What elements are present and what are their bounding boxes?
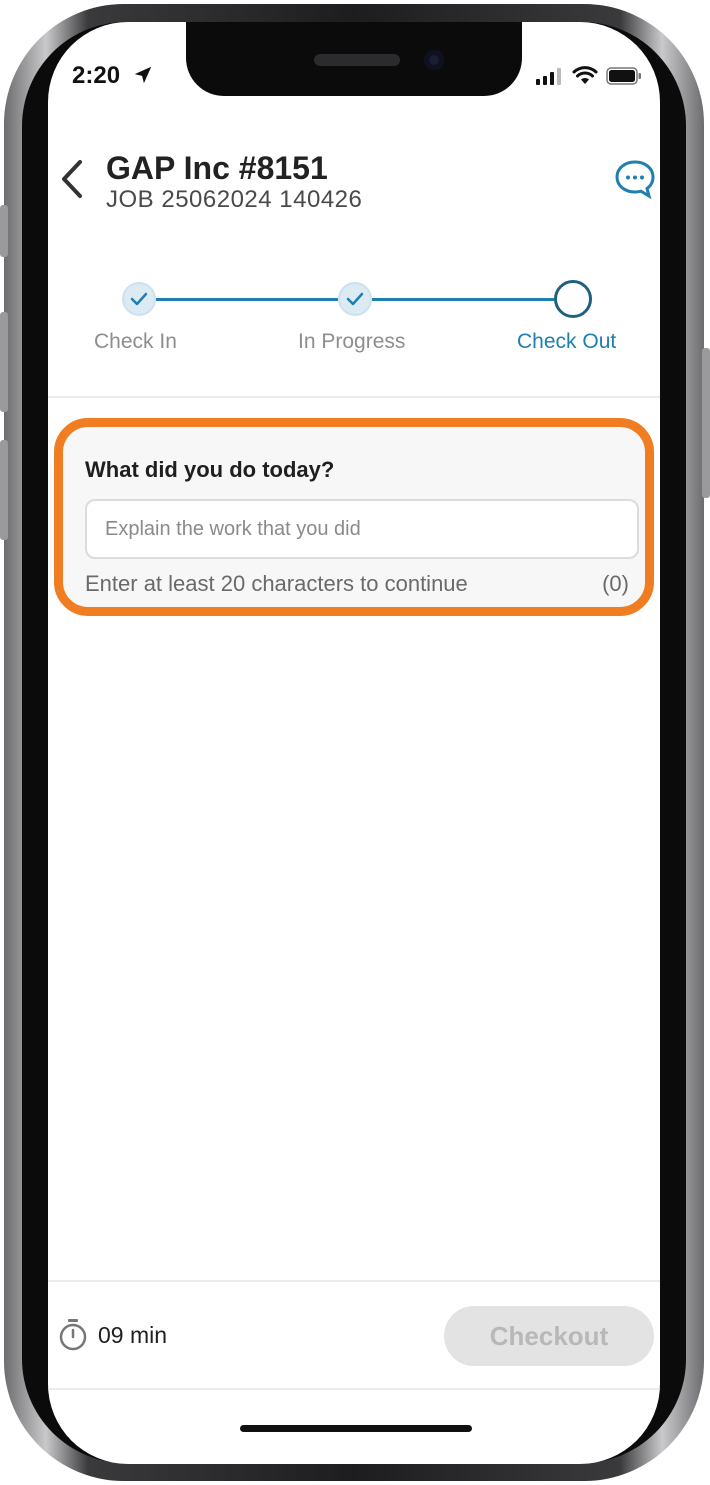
elapsed-time: 09 min [98, 1322, 168, 1348]
bottom-divider [48, 1388, 660, 1390]
app-screen: 2:20 GAP Inc #8151 JOB 25062024 140426 C… [48, 22, 660, 1464]
checkout-button[interactable]: Checkout [444, 1306, 654, 1366]
battery-icon [606, 67, 641, 85]
camera-notch [186, 22, 522, 96]
status-icons [536, 66, 642, 86]
step-in-progress-indicator [338, 282, 372, 316]
wifi-icon [572, 66, 598, 84]
stepper-connector-2 [372, 298, 554, 301]
location-arrow-icon [134, 66, 152, 84]
step-check-out-indicator [554, 280, 592, 318]
front-camera [424, 50, 444, 70]
footer-divider [48, 1280, 660, 1282]
step-check-in-indicator [122, 282, 156, 316]
character-counter: (0) [602, 571, 629, 596]
volume-up-button [0, 312, 8, 412]
checkmark-icon [130, 292, 148, 306]
stepper-connector-1 [156, 298, 338, 301]
speaker-grille [314, 54, 400, 66]
work-summary-card: What did you do today? Enter at least 20… [54, 418, 654, 616]
step-label-check-out: Check Out [517, 330, 617, 353]
step-label-in-progress: In Progress [298, 330, 406, 353]
stopwatch-icon [59, 1319, 87, 1351]
header-divider [48, 396, 660, 398]
volume-down-button [0, 440, 8, 540]
cellular-signal-icon [536, 68, 561, 85]
step-label-check-in: Check In [94, 330, 177, 353]
mute-switch [0, 205, 8, 257]
min-characters-hint: Enter at least 20 characters to continue [85, 571, 468, 596]
chat-bubble-icon[interactable] [614, 158, 656, 200]
power-button [702, 348, 710, 498]
work-description-input[interactable] [85, 499, 639, 559]
checkmark-icon [346, 292, 364, 306]
home-indicator [240, 1425, 472, 1432]
job-number: JOB 25062024 140426 [106, 186, 363, 213]
back-chevron-icon[interactable] [56, 156, 88, 202]
status-time: 2:20 [72, 62, 121, 89]
question-label: What did you do today? [85, 457, 335, 482]
page-title: GAP Inc #8151 [106, 150, 328, 186]
